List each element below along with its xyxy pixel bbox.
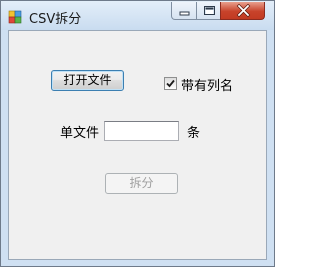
title-bar[interactable]: CSV拆分: [1, 1, 274, 30]
minimize-icon: [179, 11, 190, 16]
maximize-icon: [204, 6, 215, 15]
rows-unit-label: 条: [187, 126, 201, 141]
close-icon: [236, 3, 251, 18]
csv-app-icon[interactable]: [8, 9, 22, 24]
window-title: CSV拆分: [29, 12, 82, 27]
has-header-checkbox[interactable]: [164, 77, 177, 90]
checkmark-icon: [166, 79, 175, 88]
maximize-button[interactable]: [196, 2, 221, 20]
client-area: 打开文件 带有列名 单文件 条 拆分: [8, 30, 267, 260]
minimize-button[interactable]: [171, 2, 197, 20]
split-button[interactable]: 拆分: [105, 173, 178, 194]
app-window: CSV拆分 打开文件 带有列名 单文件 条 拆分: [0, 0, 275, 267]
rows-per-file-label: 单文件: [60, 126, 100, 141]
rows-per-file-input[interactable]: [104, 121, 179, 141]
open-file-button[interactable]: 打开文件: [51, 70, 124, 91]
close-button[interactable]: [220, 2, 265, 20]
has-header-label[interactable]: 带有列名: [181, 75, 233, 94]
